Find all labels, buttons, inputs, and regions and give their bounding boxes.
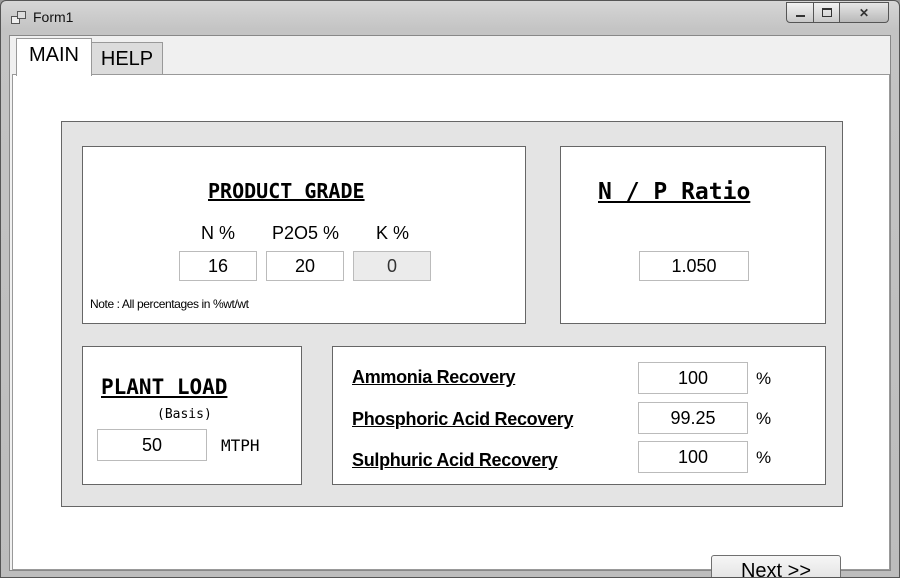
sulphuric-acid-recovery-input[interactable]: 100 [638,441,748,473]
tab-main-label: MAIN [29,44,79,66]
phosphoric-acid-recovery-unit: % [756,409,772,428]
tab-help-label: HELP [100,47,154,70]
plant-load-input[interactable]: 50 [97,429,207,461]
tab-help[interactable]: HELP [92,42,163,76]
sulphuric-acid-recovery-unit: % [756,448,772,467]
product-grade-heading: PRODUCT GRADE [208,179,365,203]
k-percent-input[interactable]: 0 [353,251,431,281]
ammonia-recovery-unit: % [756,369,772,388]
k-percent-label: K % [376,223,410,243]
np-ratio-input[interactable]: 1.050 [639,251,749,281]
ammonia-recovery-input[interactable]: 100 [638,362,748,394]
np-ratio-panel: N / P Ratio 1.050 [560,146,826,324]
n-percent-label: N % [201,223,236,243]
phosphoric-acid-recovery-input[interactable]: 99.25 [638,402,748,434]
next-button[interactable]: Next >> [711,555,841,578]
product-grade-panel: PRODUCT GRADE N % P2O5 % K % 16 20 0 Not… [82,146,526,324]
percentages-note: Note : All percentages in %wt/wt [90,297,249,311]
p2o5-percent-input[interactable]: 20 [266,251,344,281]
inputs-group: PRODUCT GRADE N % P2O5 % K % 16 20 0 Not… [61,121,843,507]
n-percent-input[interactable]: 16 [179,251,257,281]
minimize-button[interactable] [786,2,814,23]
plant-load-unit: MTPH [221,436,260,455]
form-window: Form1 ✕ MAIN HELP PRODUCT GRADE N % P2O5… [0,0,900,578]
phosphoric-acid-recovery-label: Phosphoric Acid Recovery [352,409,574,429]
plant-load-panel: PLANT LOAD (Basis) 50 MTPH [82,346,302,485]
title-bar[interactable]: Form1 ✕ [1,1,899,35]
client-area: MAIN HELP PRODUCT GRADE N % P2O5 % K % 1… [9,35,891,577]
main-tab-page: PRODUCT GRADE N % P2O5 % K % 16 20 0 Not… [12,74,890,577]
minimize-icon [795,15,805,17]
next-button-label: Next >> [740,559,812,578]
window-title: Form1 [33,9,74,25]
app-icon [11,11,26,24]
close-button[interactable]: ✕ [840,2,889,23]
tab-main[interactable]: MAIN [16,38,92,76]
maximize-icon [821,8,832,17]
plant-load-basis-label: (Basis) [157,407,212,422]
close-icon: ✕ [858,5,870,20]
np-ratio-heading: N / P Ratio [598,179,751,205]
sulphuric-acid-recovery-label: Sulphuric Acid Recovery [352,450,558,470]
p2o5-percent-label: P2O5 % [272,223,340,243]
ammonia-recovery-label: Ammonia Recovery [352,367,516,387]
maximize-button[interactable] [814,2,840,23]
plant-load-heading: PLANT LOAD [101,375,228,399]
recoveries-panel: Ammonia Recovery 100 % Phosphoric Acid R… [332,346,826,485]
